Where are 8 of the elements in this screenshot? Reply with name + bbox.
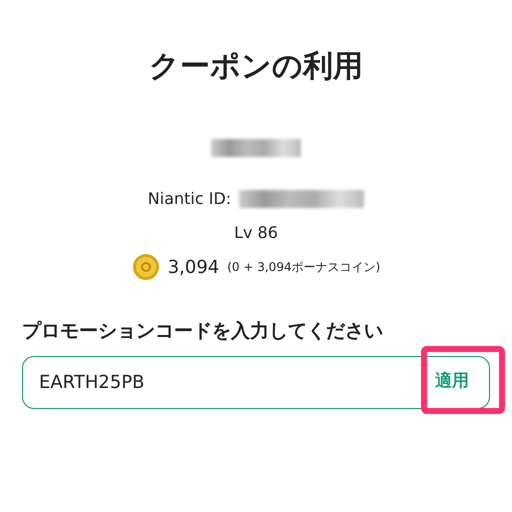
coin-count: 3,094 — [168, 256, 220, 280]
promo-code-heading: プロモーションコードを入力してください — [22, 319, 384, 344]
coin-icon — [132, 253, 160, 281]
promo-code-field[interactable]: EARTH25PB 適用 — [22, 356, 490, 408]
page-title: クーポンの利用 — [148, 48, 364, 86]
coin-breakdown: (0 + 3,094ボーナスコイン) — [227, 259, 380, 276]
niantic-id-label: Niantic ID: — [148, 188, 232, 210]
player-level: Lv 86 — [234, 222, 278, 244]
